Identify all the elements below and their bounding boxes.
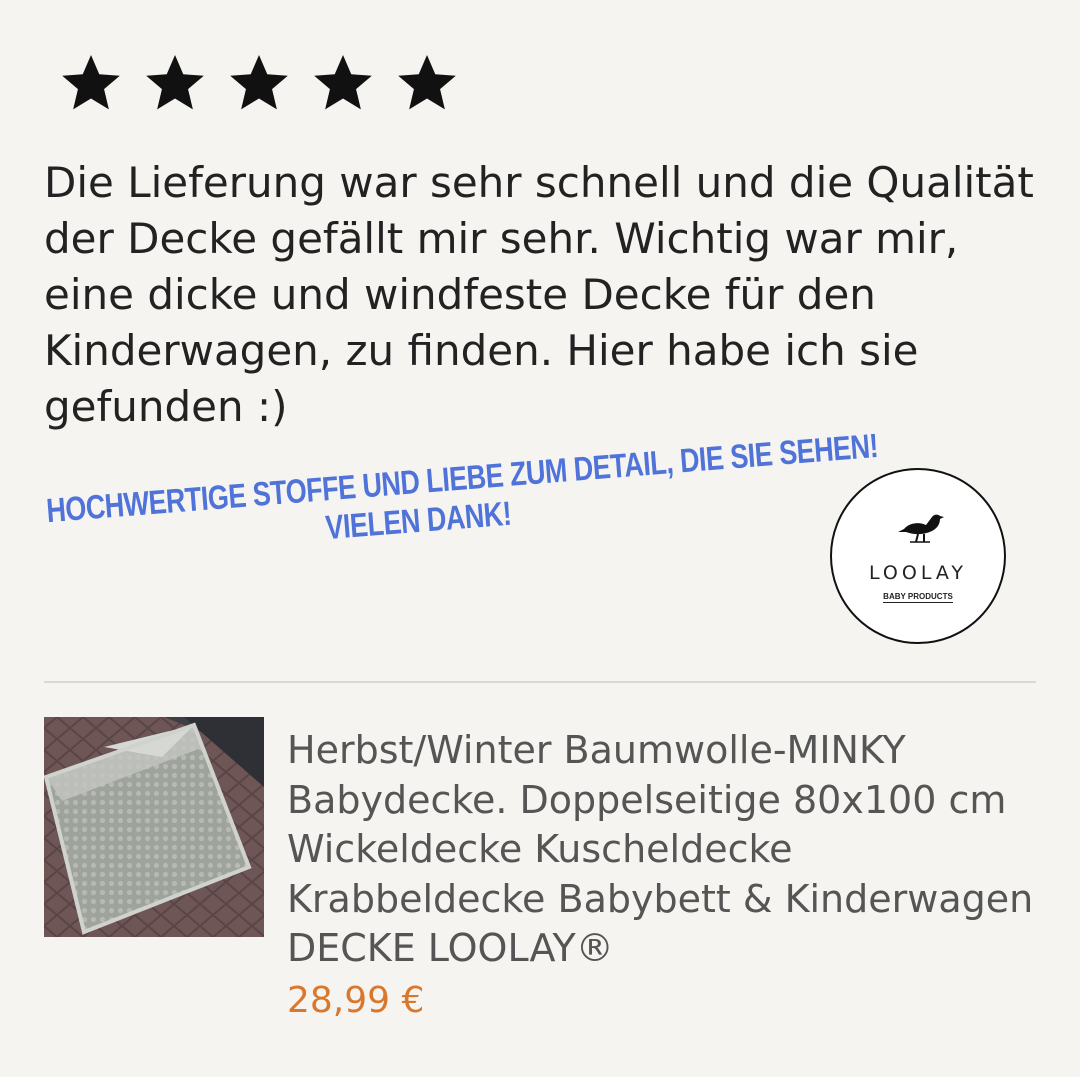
logo-subtitle: BABY PRODUCTS [883, 592, 953, 603]
thank-you-banner: HOCHWERTIGE STOFFE UND LIEBE ZUM DETAIL,… [45, 427, 879, 569]
review-text: Die Lieferung war sehr schnell und die Q… [44, 158, 1034, 431]
star-icon [52, 48, 130, 118]
star-icon [220, 48, 298, 118]
divider [44, 681, 1036, 683]
bird-icon [898, 514, 944, 543]
product-image[interactable] [44, 717, 264, 937]
star-icon [304, 48, 382, 118]
product-title[interactable]: Herbst/Winter Baumwolle-MINKY Babydecke.… [287, 726, 1047, 974]
star-icon [136, 48, 214, 118]
product-price: 28,99 € [287, 980, 425, 1021]
brand-logo: LOOLAY BABY PRODUCTS [830, 468, 1006, 644]
star-icon [388, 48, 466, 118]
star-rating [52, 48, 466, 118]
logo-brand-name: LOOLAY [869, 562, 967, 584]
